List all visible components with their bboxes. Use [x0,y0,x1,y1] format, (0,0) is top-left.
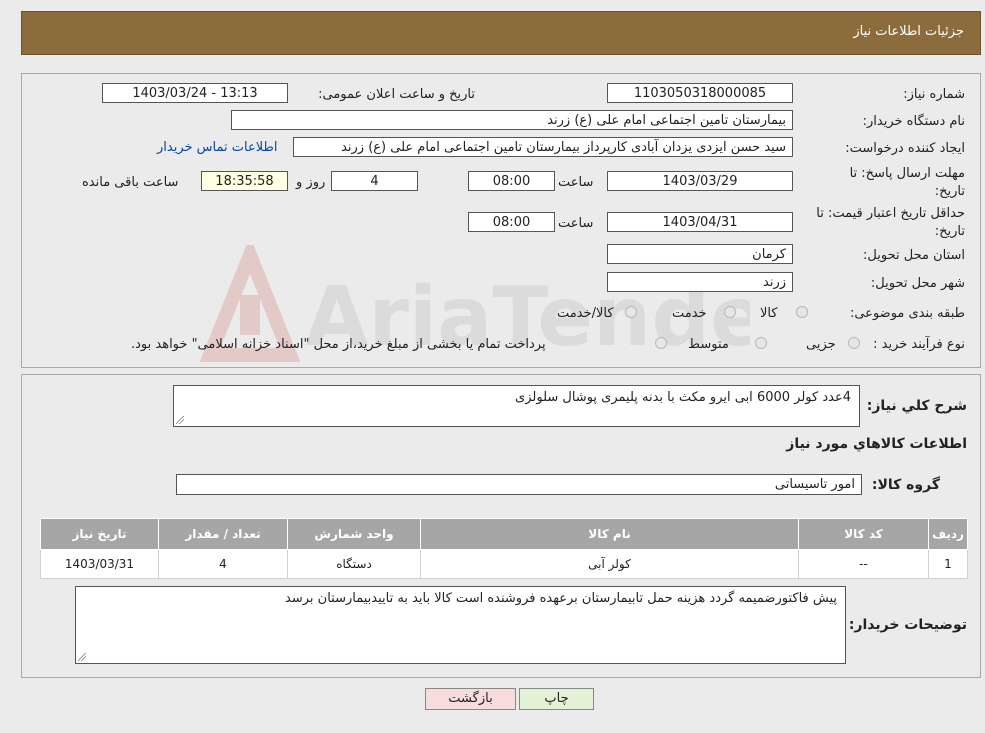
cell-name: کولر آبی [420,549,799,579]
description-label: شرح کلي نياز: [866,398,967,414]
col-header-row-number: رديف [928,518,968,550]
col-header-name: نام کالا [420,518,799,550]
resize-handle-icon [78,653,86,661]
category-option-service: خدمت [672,306,707,321]
goods-table: رديف کد کالا نام کالا واحد شمارش تعداد /… [40,518,968,579]
treasury-checkbox[interactable] [655,337,667,349]
remaining-label: ساعت باقی مانده [82,175,179,190]
cell-code: -- [798,549,929,579]
announce-label: تاریخ و ساعت اعلان عمومی: [318,87,475,102]
validity-time-label: ساعت [558,216,594,231]
validity-label-line2: تاریخ: [934,224,965,239]
category-radio-goods[interactable] [796,306,808,318]
table-row: 1 -- کولر آبی دستگاه 4 1403/03/31 [40,549,968,579]
province-label: استان محل تحویل: [863,248,965,263]
deadline-date-field: 1403/03/29 [607,171,793,191]
goods-section-title: اطلاعات کالاهاي مورد نياز [786,436,967,452]
buyer-label: نام دستگاه خریدار: [862,114,965,129]
cell-quantity: 4 [158,549,288,579]
validity-label-line1: حداقل تاریخ اعتبار قیمت: تا [816,206,965,221]
deadline-time-field: 08:00 [468,171,555,191]
cell-row-number: 1 [928,549,968,579]
col-header-date: تاريخ نياز [40,518,159,550]
table-header-row: رديف کد کالا نام کالا واحد شمارش تعداد /… [40,518,968,550]
validity-date-field: 1403/04/31 [607,212,793,232]
validity-time-field: 08:00 [468,212,555,232]
need-number-label: شماره نیاز: [903,87,965,102]
deadline-time-label: ساعت [558,175,594,190]
description-textarea: 4عدد کولر 6000 ابی ایرو مکث با بدنه پلیم… [173,385,860,427]
deadline-label-line1: مهلت ارسال پاسخ: تا [849,166,965,181]
resize-handle-icon [176,416,184,424]
days-field: 4 [331,171,418,191]
category-radio-both[interactable] [625,306,637,318]
process-radio-minor[interactable] [848,337,860,349]
page-title: جزئیات اطلاعات نیاز [853,24,964,39]
cell-unit: دستگاه [287,549,421,579]
goods-group-field: امور تاسیساتی [176,474,862,495]
print-button[interactable]: چاپ [519,688,594,710]
creator-field: سید حسن ایزدی یزدان آبادی کارپرداز بیمار… [293,137,793,157]
category-radio-service[interactable] [724,306,736,318]
buyer-notes-label: توضيحات خريدار: [848,617,967,633]
category-option-goods: کالا [760,306,778,321]
creator-label: ایجاد کننده درخواست: [845,141,965,156]
buyer-contact-link[interactable]: اطلاعات تماس خریدار [157,140,277,155]
back-button[interactable]: بازگشت [425,688,516,710]
buyer-field: بیمارستان تامین اجتماعی امام علی (ع) زرن… [231,110,793,130]
buyer-notes-textarea: پیش فاکتورضمیمه گردد هزینه حمل تابیمارست… [75,586,846,664]
page-header: جزئیات اطلاعات نیاز [21,11,981,55]
deadline-label-line2: تاریخ: [934,184,965,199]
remaining-time-field: 18:35:58 [201,171,288,191]
cell-date: 1403/03/31 [40,549,159,579]
process-option-medium: متوسط [688,337,729,352]
col-header-code: کد کالا [798,518,929,550]
col-header-unit: واحد شمارش [287,518,421,550]
days-label: روز و [296,175,326,190]
process-label: نوع فرآیند خرید : [873,337,965,352]
description-text: 4عدد کولر 6000 ابی ایرو مکث با بدنه پلیم… [515,390,851,405]
city-field: زرند [607,272,793,292]
need-number-field: 1103050318000085 [607,83,793,103]
buyer-notes-text: پیش فاکتورضمیمه گردد هزینه حمل تابیمارست… [285,591,837,606]
announce-field: 1403/03/24 - 13:13 [102,83,288,103]
process-radio-medium[interactable] [755,337,767,349]
process-note: پرداخت تمام یا بخشی از مبلغ خرید،از محل … [131,337,546,352]
city-label: شهر محل تحویل: [870,276,965,291]
col-header-quantity: تعداد / مقدار [158,518,288,550]
goods-group-label: گروه کالا: [871,477,940,493]
category-option-both: کالا/خدمت [557,306,614,321]
process-option-minor: جزیی [806,337,836,352]
category-label: طبقه بندی موضوعی: [849,306,965,321]
province-field: کرمان [607,244,793,264]
